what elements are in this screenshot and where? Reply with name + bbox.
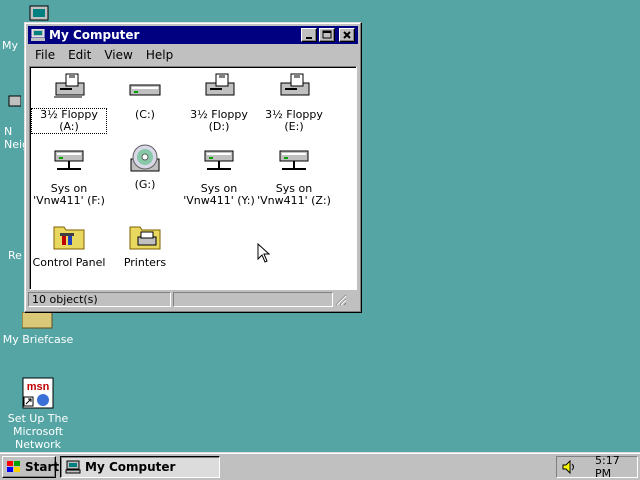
taskbar-button-label: My Computer [85, 460, 176, 474]
start-button[interactable]: Start [2, 456, 60, 478]
taskbar: Start My Computer 5:17 PM [0, 452, 640, 480]
desktop-icon-setup-msn[interactable]: msn Set Up The Microsoft Network [0, 377, 76, 451]
svg-text:msn: msn [27, 381, 50, 393]
resize-grip-icon[interactable] [333, 292, 347, 307]
window-title: My Computer [49, 28, 140, 42]
maximize-button[interactable] [319, 28, 335, 42]
status-cell-empty [173, 292, 333, 307]
start-label: Start [25, 460, 60, 474]
network-drive-icon [202, 147, 236, 179]
computer-icon [31, 29, 45, 41]
windows-logo-icon [6, 460, 22, 474]
printers-item[interactable]: Printers [108, 221, 182, 269]
mouse-cursor-icon [257, 243, 271, 263]
status-bar: 10 object(s) [28, 292, 358, 309]
network-drive-icon [52, 147, 86, 179]
cd-drive-icon [128, 143, 162, 175]
printers-folder-icon [128, 221, 162, 253]
floppy-drive-icon [202, 73, 236, 105]
hard-drive-icon [128, 73, 162, 105]
drive-list: 3½ Floppy (A:) (C:) 3½ Floppy (D:) 3½ Fl… [29, 66, 357, 290]
volume-icon[interactable] [561, 460, 577, 474]
desktop-icon-network-neighborhood[interactable]: N Neig [0, 90, 29, 151]
menu-help[interactable]: Help [139, 48, 179, 62]
network-icon [1, 90, 21, 122]
my-computer-window[interactable]: My Computer File Edit View Help 3½ Flopp… [24, 22, 362, 313]
drive-item-network-z[interactable]: Sys on 'Vnw411' (Z:) [257, 147, 331, 207]
drive-item-floppy-e[interactable]: 3½ Floppy (E:) [257, 73, 331, 133]
desktop-icon-my-briefcase[interactable]: My Briefcase [0, 312, 76, 346]
taskbar-button-my-computer[interactable]: My Computer [60, 456, 220, 478]
control-panel-item[interactable]: Control Panel [32, 221, 106, 269]
floppy-drive-icon [52, 73, 86, 105]
system-tray: 5:17 PM [556, 454, 638, 480]
computer-icon [65, 460, 81, 474]
drive-item-network-y[interactable]: Sys on 'Vnw411' (Y:) [182, 147, 256, 207]
drive-item-c[interactable]: (C:) [108, 73, 182, 121]
drive-item-network-f[interactable]: Sys on 'Vnw411' (F:) [32, 147, 106, 207]
menu-file[interactable]: File [28, 48, 61, 62]
msn-icon: msn [22, 377, 54, 409]
clock[interactable]: 5:17 PM [595, 454, 637, 480]
network-drive-icon [277, 147, 311, 179]
minimize-button[interactable] [301, 28, 317, 42]
briefcase-icon [22, 312, 54, 330]
status-object-count: 10 object(s) [28, 292, 171, 307]
menu-edit[interactable]: Edit [61, 48, 97, 62]
floppy-drive-icon [277, 73, 311, 105]
menu-view[interactable]: View [97, 48, 138, 62]
title-bar[interactable]: My Computer [28, 26, 358, 44]
control-panel-folder-icon [52, 221, 86, 253]
close-button[interactable] [339, 28, 355, 42]
drive-item-floppy-a[interactable]: 3½ Floppy (A:) [31, 73, 107, 134]
menu-bar: File Edit View Help [28, 46, 358, 64]
drive-item-floppy-d[interactable]: 3½ Floppy (D:) [182, 73, 256, 133]
drive-item-cd-g[interactable]: (G:) [108, 143, 182, 191]
